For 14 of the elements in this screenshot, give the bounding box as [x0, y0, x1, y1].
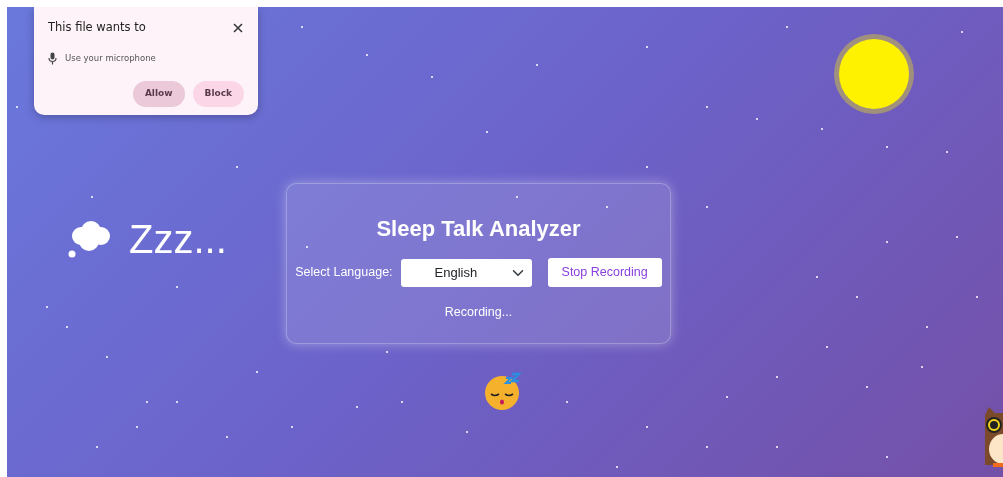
stop-recording-button[interactable]: Stop Recording — [547, 258, 662, 288]
recording-status: Recording... — [444, 304, 513, 322]
microphone-icon — [48, 52, 57, 66]
sleeping-face-icon — [484, 372, 522, 410]
language-label: Select Language: — [295, 264, 393, 282]
language-select[interactable]: English — [400, 258, 532, 287]
block-button[interactable]: Block — [192, 81, 244, 107]
sleep-text: Zzz... — [129, 219, 227, 259]
allow-button[interactable]: Allow — [132, 81, 185, 107]
popup-title: This file wants to — [48, 19, 146, 36]
thought-cloud-icon — [67, 219, 113, 259]
close-icon[interactable] — [232, 21, 244, 34]
permission-text: Use your microphone — [65, 52, 156, 66]
app-title: Sleep Talk Analyzer — [376, 216, 581, 243]
